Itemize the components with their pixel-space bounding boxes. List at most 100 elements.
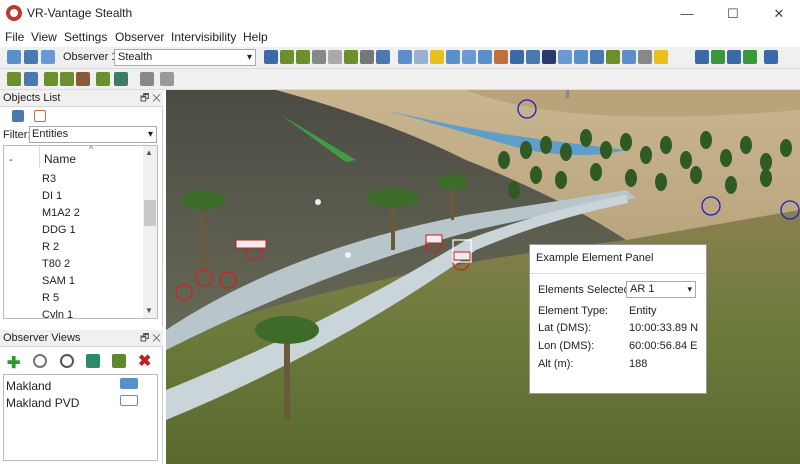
display-icon[interactable] xyxy=(41,50,55,64)
camera-view-icon[interactable] xyxy=(12,110,24,122)
list-item[interactable]: Makland PVD xyxy=(6,396,79,410)
menu-intervisibility[interactable]: Intervisibility xyxy=(171,30,236,44)
element-type-value: Entity xyxy=(629,305,657,317)
terrain-icon[interactable] xyxy=(344,50,358,64)
add-entity-icon[interactable] xyxy=(7,72,21,86)
vehicle-entity[interactable] xyxy=(425,234,443,244)
sensor-icon[interactable] xyxy=(114,72,128,86)
query-icon[interactable] xyxy=(446,50,460,64)
layout-icon[interactable] xyxy=(574,50,588,64)
views-panel-title: Observer Views xyxy=(3,332,81,344)
scroll-up-icon[interactable]: ▲ xyxy=(145,148,153,157)
altitude-value: 188 xyxy=(629,358,648,370)
panel-controls[interactable]: 🗗 ✕ xyxy=(140,331,161,348)
list-item[interactable]: R 5 xyxy=(42,292,59,304)
aircraft-icon[interactable] xyxy=(24,72,38,86)
menu-help[interactable]: Help xyxy=(243,30,268,44)
scroll-thumb[interactable] xyxy=(144,200,156,226)
elements-selected-value: AR 1 xyxy=(630,283,655,295)
tank-icon[interactable] xyxy=(280,50,294,64)
zoom-icon[interactable] xyxy=(398,50,412,64)
objects-list-panel: Objects List 🗗 ✕ Filter: Entities - Name… xyxy=(0,90,163,326)
close-window-button[interactable]: ✕ xyxy=(756,0,800,27)
unlink-view-icon[interactable] xyxy=(60,354,74,368)
menu-file[interactable]: File xyxy=(5,30,24,44)
screen-icon[interactable] xyxy=(542,50,556,64)
title-bar: VR-Vantage Stealth — ☐ ✕ xyxy=(0,0,800,27)
edit-view-icon[interactable] xyxy=(86,354,100,368)
latitude-value: 10:00:33.89 N xyxy=(629,322,699,334)
more-options-icon[interactable] xyxy=(764,50,778,64)
list-item[interactable]: DI 1 xyxy=(42,190,62,202)
list-item[interactable]: DDG 1 xyxy=(42,224,76,236)
image-icon[interactable] xyxy=(622,50,636,64)
elements-selected-label: Elements Selected: xyxy=(538,284,633,296)
observer-mode-select[interactable]: Stealth xyxy=(114,49,256,66)
minimize-button[interactable]: — xyxy=(664,0,710,27)
list-item[interactable]: M1A2 2 xyxy=(42,207,80,219)
list-item[interactable]: Cyln 1 xyxy=(42,309,73,318)
menu-observer[interactable]: Observer xyxy=(115,30,164,44)
person-icon[interactable] xyxy=(510,50,524,64)
secondary-toolbar xyxy=(0,69,800,90)
playback-icon[interactable] xyxy=(160,72,174,86)
elements-selected-select[interactable]: AR 1 xyxy=(626,281,696,298)
overlay-icon[interactable] xyxy=(606,50,620,64)
column-collapse[interactable]: - xyxy=(9,154,13,166)
arrow-right-icon[interactable] xyxy=(711,50,725,64)
maximize-button[interactable]: ☐ xyxy=(710,0,756,27)
objects-panel-title: Objects List xyxy=(3,92,61,104)
weapon-icon[interactable] xyxy=(76,72,90,86)
filter-label: Filter: xyxy=(3,129,31,141)
open-scenario-icon[interactable] xyxy=(7,50,21,64)
list-item[interactable]: R 2 xyxy=(42,241,59,253)
window-icon[interactable] xyxy=(558,50,572,64)
objects-scrollbar[interactable]: ▲ ▼ xyxy=(143,146,157,318)
list-item[interactable]: Makland xyxy=(6,379,51,393)
route-icon[interactable] xyxy=(478,50,492,64)
alert-icon[interactable] xyxy=(654,50,668,64)
panel-controls[interactable]: 🗗 ✕ xyxy=(140,91,161,108)
compress-icon[interactable] xyxy=(743,50,757,64)
add-view-icon[interactable]: ✚ xyxy=(7,353,20,373)
grid-icon[interactable] xyxy=(328,50,342,64)
ground-unit-icon[interactable] xyxy=(44,72,58,86)
map-icon[interactable] xyxy=(360,50,374,64)
network-icon[interactable] xyxy=(376,50,390,64)
filter-value: Entities xyxy=(32,128,69,140)
menu-settings[interactable]: Settings xyxy=(64,30,107,44)
altitude-label: Alt (m): xyxy=(538,358,574,370)
settings-icon[interactable] xyxy=(638,50,652,64)
arrow-left-icon[interactable] xyxy=(695,50,709,64)
expand-icon[interactable] xyxy=(727,50,741,64)
element-panel-title: Example Element Panel xyxy=(536,252,654,264)
measure-icon[interactable] xyxy=(462,50,476,64)
panel-icon[interactable] xyxy=(590,50,604,64)
light-icon[interactable] xyxy=(430,50,444,64)
save-icon[interactable] xyxy=(24,50,38,64)
link-view-icon[interactable] xyxy=(33,354,47,368)
delete-view-icon[interactable]: ✖ xyxy=(138,351,151,371)
attach-view-icon[interactable] xyxy=(112,354,126,368)
chart-icon[interactable] xyxy=(414,50,428,64)
list-item[interactable]: T80 2 xyxy=(42,258,70,270)
filter-select[interactable]: Entities xyxy=(29,126,157,143)
menu-view[interactable]: View xyxy=(31,30,57,44)
vehicle-entity[interactable] xyxy=(235,239,267,249)
plant-icon[interactable] xyxy=(96,72,110,86)
column-header-name[interactable]: Name xyxy=(44,152,76,166)
scroll-down-icon[interactable]: ▼ xyxy=(145,306,153,315)
move-icon[interactable] xyxy=(312,50,326,64)
latitude-label: Lat (DMS): xyxy=(538,322,592,334)
record-icon[interactable] xyxy=(140,72,154,86)
vehicle-entity[interactable] xyxy=(453,251,471,261)
ship-icon[interactable] xyxy=(60,72,74,86)
link-icon[interactable] xyxy=(526,50,540,64)
clipboard-icon[interactable] xyxy=(34,110,46,122)
fire-icon[interactable] xyxy=(494,50,508,64)
camera-icon[interactable] xyxy=(264,50,278,64)
window-title: VR-Vantage Stealth xyxy=(27,6,133,20)
list-item[interactable]: SAM 1 xyxy=(42,275,75,287)
list-item[interactable]: R3 xyxy=(42,173,56,185)
vehicle-icon[interactable] xyxy=(296,50,310,64)
